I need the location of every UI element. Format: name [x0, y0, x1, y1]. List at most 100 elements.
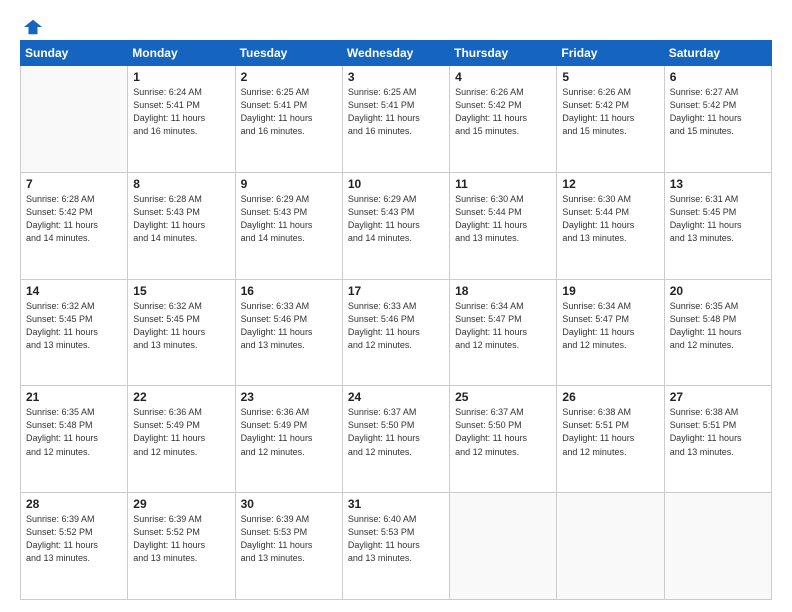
day-info: Sunrise: 6:33 AMSunset: 5:46 PMDaylight:…: [241, 300, 337, 352]
calendar-cell: 9 Sunrise: 6:29 AMSunset: 5:43 PMDaylight…: [235, 172, 342, 279]
calendar-cell: [664, 493, 771, 600]
calendar-header-tuesday: Tuesday: [235, 41, 342, 66]
day-number: 25: [455, 390, 551, 404]
calendar-header-saturday: Saturday: [664, 41, 771, 66]
calendar-cell: 18 Sunrise: 6:34 AMSunset: 5:47 PMDayligh…: [450, 279, 557, 386]
day-info: Sunrise: 6:37 AMSunset: 5:50 PMDaylight:…: [455, 406, 551, 458]
day-info: Sunrise: 6:36 AMSunset: 5:49 PMDaylight:…: [133, 406, 229, 458]
day-number: 10: [348, 177, 444, 191]
calendar-header-row: SundayMondayTuesdayWednesdayThursdayFrid…: [21, 41, 772, 66]
day-info: Sunrise: 6:32 AMSunset: 5:45 PMDaylight:…: [26, 300, 122, 352]
day-info: Sunrise: 6:38 AMSunset: 5:51 PMDaylight:…: [562, 406, 658, 458]
calendar-header-wednesday: Wednesday: [342, 41, 449, 66]
calendar-cell: 22 Sunrise: 6:36 AMSunset: 5:49 PMDayligh…: [128, 386, 235, 493]
day-info: Sunrise: 6:39 AMSunset: 5:53 PMDaylight:…: [241, 513, 337, 565]
calendar-cell: [557, 493, 664, 600]
day-number: 27: [670, 390, 766, 404]
page: SundayMondayTuesdayWednesdayThursdayFrid…: [0, 0, 792, 612]
day-number: 19: [562, 284, 658, 298]
day-number: 15: [133, 284, 229, 298]
calendar-cell: 4Sunrise: 6:26 AMSunset: 5:42 PMDaylight…: [450, 66, 557, 173]
calendar-cell: 6 Sunrise: 6:27 AMSunset: 5:42 PMDaylight…: [664, 66, 771, 173]
calendar-cell: 1 Sunrise: 6:24 AMSunset: 5:41 PMDaylight…: [128, 66, 235, 173]
calendar-header-sunday: Sunday: [21, 41, 128, 66]
day-info: Sunrise: 6:39 AMSunset: 5:52 PMDaylight:…: [133, 513, 229, 565]
day-info: Sunrise: 6:34 AMSunset: 5:47 PMDaylight:…: [455, 300, 551, 352]
calendar-cell: 25 Sunrise: 6:37 AMSunset: 5:50 PMDayligh…: [450, 386, 557, 493]
day-info: Sunrise: 6:30 AMSunset: 5:44 PMDaylight:…: [562, 193, 658, 245]
day-info: Sunrise: 6:34 AMSunset: 5:47 PMDaylight:…: [562, 300, 658, 352]
calendar-cell: 30 Sunrise: 6:39 AMSunset: 5:53 PMDayligh…: [235, 493, 342, 600]
calendar-cell: 15 Sunrise: 6:32 AMSunset: 5:45 PMDayligh…: [128, 279, 235, 386]
day-number: 5: [562, 70, 658, 84]
day-info: Sunrise: 6:29 AMSunset: 5:43 PMDaylight:…: [348, 193, 444, 245]
calendar-cell: 14 Sunrise: 6:32 AMSunset: 5:45 PMDayligh…: [21, 279, 128, 386]
day-number: 29: [133, 497, 229, 511]
calendar-cell: 2 Sunrise: 6:25 AMSunset: 5:41 PMDaylight…: [235, 66, 342, 173]
day-number: 24: [348, 390, 444, 404]
day-info: Sunrise: 6:33 AMSunset: 5:46 PMDaylight:…: [348, 300, 444, 352]
day-info: Sunrise: 6:24 AMSunset: 5:41 PMDaylight:…: [133, 86, 229, 138]
day-number: 9: [241, 177, 337, 191]
day-info: Sunrise: 6:27 AMSunset: 5:42 PMDaylight:…: [670, 86, 766, 138]
day-number: 28: [26, 497, 122, 511]
day-number: 6: [670, 70, 766, 84]
header: [20, 18, 772, 32]
day-number: 20: [670, 284, 766, 298]
calendar-cell: 3 Sunrise: 6:25 AMSunset: 5:41 PMDaylight…: [342, 66, 449, 173]
calendar-cell: 26 Sunrise: 6:38 AMSunset: 5:51 PMDayligh…: [557, 386, 664, 493]
calendar-cell: 21 Sunrise: 6:35 AMSunset: 5:48 PMDayligh…: [21, 386, 128, 493]
calendar-cell: [21, 66, 128, 173]
day-number: 7: [26, 177, 122, 191]
day-number: 26: [562, 390, 658, 404]
calendar-cell: 23 Sunrise: 6:36 AMSunset: 5:49 PMDayligh…: [235, 386, 342, 493]
calendar-table: SundayMondayTuesdayWednesdayThursdayFrid…: [20, 40, 772, 600]
calendar-week-row: 21 Sunrise: 6:35 AMSunset: 5:48 PMDayligh…: [21, 386, 772, 493]
day-number: 23: [241, 390, 337, 404]
day-number: 22: [133, 390, 229, 404]
day-number: 30: [241, 497, 337, 511]
day-number: 21: [26, 390, 122, 404]
day-info: Sunrise: 6:32 AMSunset: 5:45 PMDaylight:…: [133, 300, 229, 352]
day-number: 2: [241, 70, 337, 84]
calendar-cell: 5 Sunrise: 6:26 AMSunset: 5:42 PMDaylight…: [557, 66, 664, 173]
calendar-cell: 16 Sunrise: 6:33 AMSunset: 5:46 PMDayligh…: [235, 279, 342, 386]
calendar-header-thursday: Thursday: [450, 41, 557, 66]
day-number: 1: [133, 70, 229, 84]
day-number: 3: [348, 70, 444, 84]
day-number: 14: [26, 284, 122, 298]
calendar-cell: 27 Sunrise: 6:38 AMSunset: 5:51 PMDayligh…: [664, 386, 771, 493]
day-info: Sunrise: 6:30 AMSunset: 5:44 PMDaylight:…: [455, 193, 551, 245]
day-info: Sunrise: 6:39 AMSunset: 5:52 PMDaylight:…: [26, 513, 122, 565]
day-info: Sunrise: 6:26 AMSunset: 5:42 PMDaylight:…: [455, 86, 551, 138]
logo: [20, 18, 42, 32]
calendar-cell: 12 Sunrise: 6:30 AMSunset: 5:44 PMDayligh…: [557, 172, 664, 279]
logo-text: [20, 18, 42, 36]
day-number: 16: [241, 284, 337, 298]
day-info: Sunrise: 6:28 AMSunset: 5:43 PMDaylight:…: [133, 193, 229, 245]
day-number: 18: [455, 284, 551, 298]
calendar-cell: 28 Sunrise: 6:39 AMSunset: 5:52 PMDayligh…: [21, 493, 128, 600]
day-info: Sunrise: 6:29 AMSunset: 5:43 PMDaylight:…: [241, 193, 337, 245]
calendar-header-monday: Monday: [128, 41, 235, 66]
day-info: Sunrise: 6:25 AMSunset: 5:41 PMDaylight:…: [241, 86, 337, 138]
day-number: 17: [348, 284, 444, 298]
day-info: Sunrise: 6:38 AMSunset: 5:51 PMDaylight:…: [670, 406, 766, 458]
calendar-cell: 8Sunrise: 6:28 AMSunset: 5:43 PMDaylight…: [128, 172, 235, 279]
calendar-cell: 24 Sunrise: 6:37 AMSunset: 5:50 PMDayligh…: [342, 386, 449, 493]
day-number: 12: [562, 177, 658, 191]
calendar-cell: 20Sunrise: 6:35 AMSunset: 5:48 PMDayligh…: [664, 279, 771, 386]
calendar-week-row: 28 Sunrise: 6:39 AMSunset: 5:52 PMDayligh…: [21, 493, 772, 600]
day-info: Sunrise: 6:40 AMSunset: 5:53 PMDaylight:…: [348, 513, 444, 565]
calendar-cell: 17 Sunrise: 6:33 AMSunset: 5:46 PMDayligh…: [342, 279, 449, 386]
day-info: Sunrise: 6:37 AMSunset: 5:50 PMDaylight:…: [348, 406, 444, 458]
calendar-cell: 19 Sunrise: 6:34 AMSunset: 5:47 PMDayligh…: [557, 279, 664, 386]
day-number: 31: [348, 497, 444, 511]
day-info: Sunrise: 6:28 AMSunset: 5:42 PMDaylight:…: [26, 193, 122, 245]
day-info: Sunrise: 6:26 AMSunset: 5:42 PMDaylight:…: [562, 86, 658, 138]
calendar-week-row: 7 Sunrise: 6:28 AMSunset: 5:42 PMDaylight…: [21, 172, 772, 279]
day-info: Sunrise: 6:25 AMSunset: 5:41 PMDaylight:…: [348, 86, 444, 138]
day-info: Sunrise: 6:35 AMSunset: 5:48 PMDaylight:…: [26, 406, 122, 458]
calendar-cell: 31 Sunrise: 6:40 AMSunset: 5:53 PMDayligh…: [342, 493, 449, 600]
day-info: Sunrise: 6:36 AMSunset: 5:49 PMDaylight:…: [241, 406, 337, 458]
